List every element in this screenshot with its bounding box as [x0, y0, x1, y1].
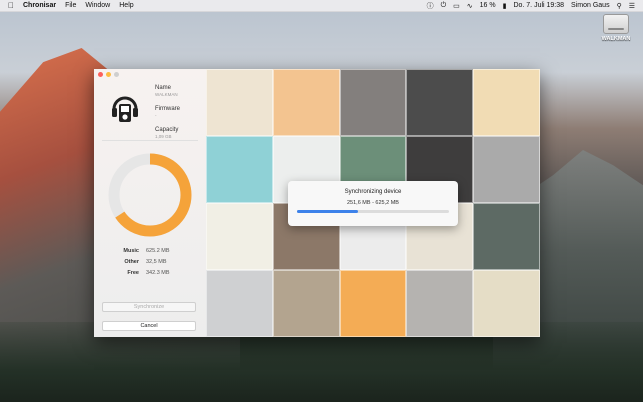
device-info: Name WALKMAN Firmware - Capacity 1,09 GB — [155, 85, 203, 148]
firmware-label: Firmware — [155, 106, 180, 112]
album-art-tile[interactable] — [339, 270, 407, 337]
app-menu[interactable]: Chronisar — [23, 2, 56, 9]
help-menu[interactable]: Help — [119, 2, 133, 9]
album-art-tile[interactable] — [473, 69, 540, 136]
album-art-tile[interactable] — [473, 270, 540, 337]
power-status-icon[interactable]: ⏻ — [441, 2, 447, 10]
album-art-tile[interactable] — [272, 69, 340, 136]
window-menu[interactable]: Window — [85, 2, 110, 9]
device-name-value: WALKMAN — [155, 92, 178, 97]
close-window-button[interactable] — [98, 72, 103, 77]
wifi-icon[interactable]: ∿ — [467, 2, 473, 10]
zoom-window-button[interactable] — [114, 72, 119, 77]
apple-menu-icon[interactable]:  — [8, 1, 14, 10]
display-status-icon[interactable]: ▭ — [453, 2, 460, 10]
album-art-tile[interactable] — [206, 136, 273, 203]
album-art-tile[interactable] — [473, 203, 540, 270]
user-menu[interactable]: Simon Gaus — [571, 2, 610, 9]
music-value: 625.2 MB — [146, 247, 170, 254]
capacity-label: Capacity — [155, 127, 179, 133]
headphones-music-player-icon — [112, 96, 138, 122]
menu-bar:  Chronisar File Window Help ⓘ ⏻ ▭ ∿ 16 … — [0, 0, 643, 12]
free-label: Free — [127, 269, 139, 276]
capacity-value: 1,09 GB — [155, 134, 172, 139]
album-art-tile[interactable] — [473, 136, 540, 203]
desktop-drive-label: WALKMAN — [601, 36, 631, 42]
sync-progress-dialog: Synchronizing device 251,6 MB - 625,2 MB — [288, 181, 458, 226]
file-menu[interactable]: File — [65, 2, 76, 9]
app-window: Name WALKMAN Firmware - Capacity 1,09 GB… — [94, 69, 540, 337]
album-art-tile[interactable] — [272, 270, 340, 337]
firmware-value: - — [155, 113, 157, 118]
sync-progress-bar — [297, 210, 449, 213]
device-sidebar: Name WALKMAN Firmware - Capacity 1,09 GB… — [94, 69, 207, 337]
cancel-button[interactable]: Cancel — [102, 321, 196, 331]
other-value: 32,5 MB — [146, 258, 167, 265]
album-art-tile[interactable] — [406, 69, 474, 136]
device-name-label: Name — [155, 85, 172, 91]
external-drive-icon — [603, 14, 629, 34]
synchronize-button[interactable]: Synchronize — [102, 302, 196, 312]
free-value: 342.3 MB — [146, 269, 170, 276]
storage-stats: Music 625.2 MB Other 32,5 MB Free 342.3 … — [102, 245, 202, 278]
info-status-icon[interactable]: ⓘ — [427, 1, 434, 11]
album-art-tile[interactable] — [206, 69, 273, 136]
sidebar-divider — [102, 140, 198, 141]
window-controls — [98, 72, 119, 77]
menubar-clock[interactable]: Do. 7. Juli 19:38 — [513, 2, 564, 9]
desktop-drive[interactable]: WALKMAN — [598, 14, 634, 42]
album-art-tile[interactable] — [406, 270, 474, 337]
album-art-tile[interactable] — [339, 69, 407, 136]
battery-icon[interactable]: ▮ — [503, 2, 507, 10]
minimize-window-button[interactable] — [106, 72, 111, 77]
sync-progress-fill — [297, 210, 358, 213]
notification-center-icon[interactable]: ☰ — [629, 2, 635, 10]
sync-progress-text: 251,6 MB - 625,2 MB — [347, 200, 399, 206]
sync-dialog-title: Synchronizing device — [344, 189, 402, 195]
album-art-tile[interactable] — [206, 203, 273, 270]
album-art-tile[interactable] — [206, 270, 273, 337]
spotlight-search-icon[interactable]: ⚲ — [617, 2, 622, 10]
other-label: Other — [124, 258, 139, 265]
music-label: Music — [123, 247, 139, 254]
storage-usage-ring — [108, 153, 192, 237]
battery-percentage[interactable]: 16 % — [480, 2, 496, 9]
